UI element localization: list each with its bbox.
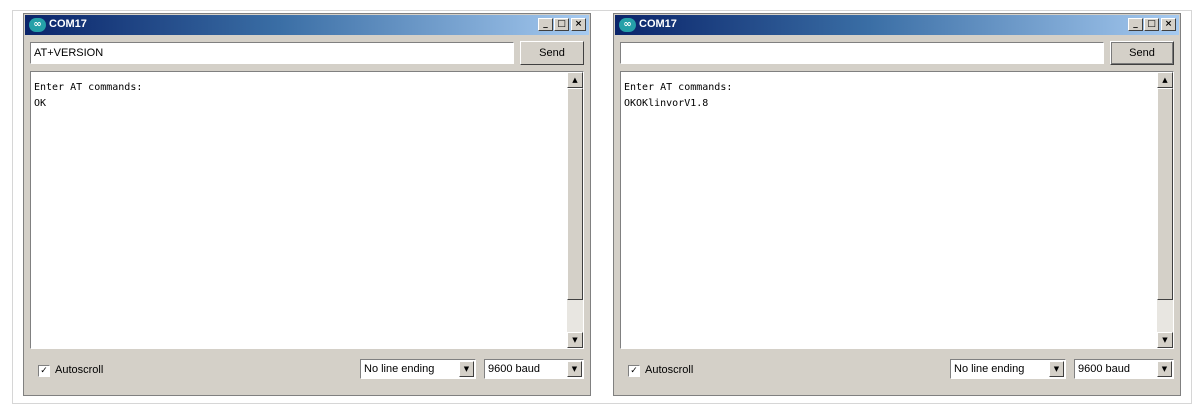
scroll-up-arrow-icon[interactable]: ▲ <box>1157 72 1173 88</box>
baud-rate-value: 9600 baud <box>488 363 540 375</box>
dropdown-arrow-icon[interactable]: ▼ <box>1049 361 1064 377</box>
arduino-infinity-icon: ∞ <box>619 18 636 32</box>
caption-buttons: _ □ × <box>1127 18 1176 32</box>
baud-rate-select[interactable]: 9600 baud ▼ <box>484 359 584 379</box>
serial-output-text: Enter AT commands: OK <box>34 82 143 109</box>
autoscroll-label: Autoscroll <box>55 364 104 376</box>
minimize-icon[interactable]: _ <box>538 18 553 31</box>
caption-buttons: _ □ × <box>537 18 586 32</box>
maximize-icon[interactable]: □ <box>1144 18 1159 31</box>
arduino-infinity-icon: ∞ <box>29 18 46 32</box>
dropdown-arrow-icon[interactable]: ▼ <box>459 361 474 377</box>
dropdown-arrow-icon[interactable]: ▼ <box>567 361 582 377</box>
send-button[interactable]: Send <box>1110 41 1174 65</box>
autoscroll-checkbox[interactable]: ✓ <box>628 365 640 377</box>
line-ending-value: No line ending <box>954 363 1025 375</box>
send-button[interactable]: Send <box>520 41 584 65</box>
serial-monitor-window-right: ∞ COM17 _ □ × Send Enter AT commands: OK… <box>613 13 1181 396</box>
title-bar[interactable]: ∞ COM17 _ □ × <box>25 15 589 35</box>
autoscroll-checkbox[interactable]: ✓ <box>38 365 50 377</box>
serial-output-area[interactable]: Enter AT commands: OK ▲ ▼ <box>30 71 584 349</box>
baud-rate-value: 9600 baud <box>1078 363 1130 375</box>
close-icon[interactable]: × <box>571 18 586 31</box>
line-ending-value: No line ending <box>364 363 435 375</box>
scrollbar-thumb[interactable] <box>567 88 583 300</box>
baud-rate-select[interactable]: 9600 baud ▼ <box>1074 359 1174 379</box>
scrollbar-thumb[interactable] <box>1157 88 1173 300</box>
scroll-down-arrow-icon[interactable]: ▼ <box>567 332 583 348</box>
scroll-down-arrow-icon[interactable]: ▼ <box>1157 332 1173 348</box>
title-bar[interactable]: ∞ COM17 _ □ × <box>615 15 1179 35</box>
close-icon[interactable]: × <box>1161 18 1176 31</box>
line-ending-select[interactable]: No line ending ▼ <box>360 359 476 379</box>
serial-output-text: Enter AT commands: OKOKlinvorV1.8 <box>624 82 733 109</box>
vertical-scrollbar[interactable]: ▲ ▼ <box>567 72 583 348</box>
dropdown-arrow-icon[interactable]: ▼ <box>1157 361 1172 377</box>
serial-output-area[interactable]: Enter AT commands: OKOKlinvorV1.8 ▲ ▼ <box>620 71 1174 349</box>
window-title: COM17 <box>49 18 87 30</box>
serial-monitor-window-left: ∞ COM17 _ □ × Send Enter AT commands: OK… <box>23 13 591 396</box>
vertical-scrollbar[interactable]: ▲ ▼ <box>1157 72 1173 348</box>
line-ending-select[interactable]: No line ending ▼ <box>950 359 1066 379</box>
status-bar: ✓ Autoscroll No line ending ▼ 9600 baud … <box>620 356 1174 388</box>
command-input[interactable] <box>30 42 514 64</box>
maximize-icon[interactable]: □ <box>554 18 569 31</box>
scroll-up-arrow-icon[interactable]: ▲ <box>567 72 583 88</box>
command-input[interactable] <box>620 42 1104 64</box>
status-bar: ✓ Autoscroll No line ending ▼ 9600 baud … <box>30 356 584 388</box>
autoscroll-label: Autoscroll <box>645 364 694 376</box>
window-title: COM17 <box>639 18 677 30</box>
minimize-icon[interactable]: _ <box>1128 18 1143 31</box>
